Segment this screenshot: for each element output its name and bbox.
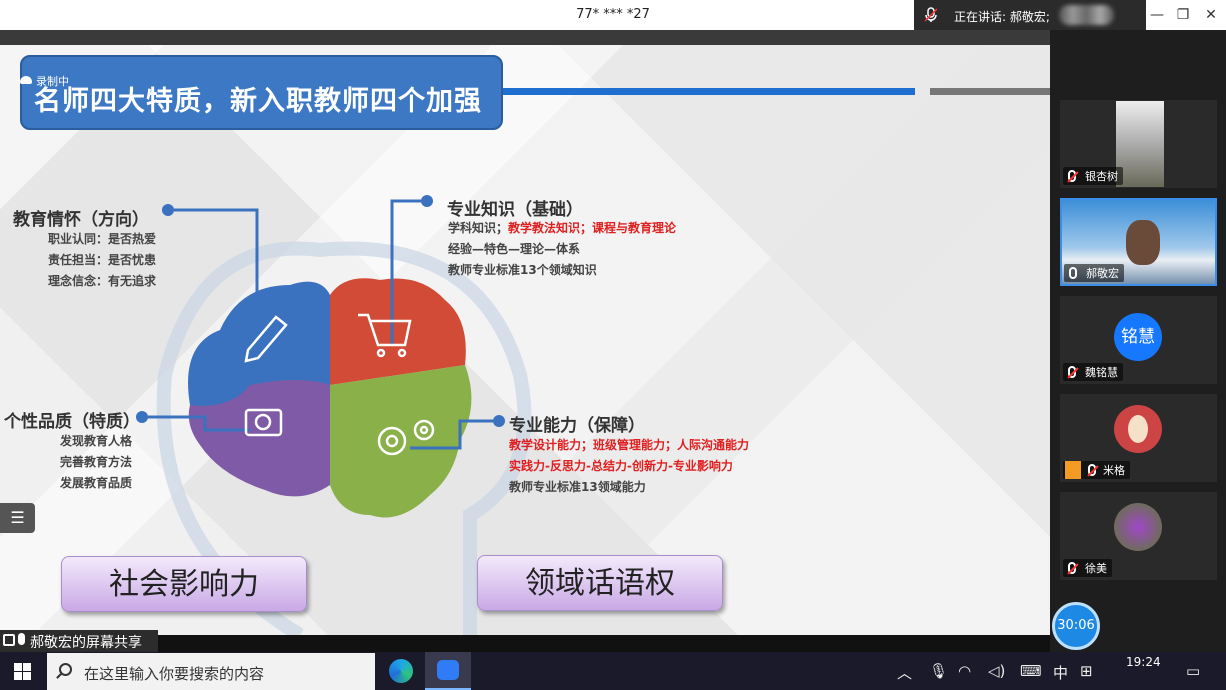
sec-education-line: 责任担当：是否忧患 — [48, 253, 157, 267]
shared-slide: 名师四大特质，新入职教师四个加强 录制中 教育情怀（方向） 职业认同：是否热爱 … — [0, 45, 1050, 635]
tray-mic-icon[interactable]: 🎙 — [929, 662, 948, 680]
mic-muted-icon — [924, 7, 938, 22]
sec-ability-line: 实践力-反思力-总结力-创新力-专业影响力 — [509, 459, 733, 473]
wifi-icon[interactable]: ◠ — [958, 662, 971, 680]
sec-knowledge-line: 学科知识；教学教法知识；课程与教育理论 — [448, 218, 676, 239]
sec-character-lines: 发现教育人格 完善教育方法 发展教育品质 — [60, 431, 132, 494]
screen-icon — [3, 634, 15, 646]
brain-diagram — [136, 195, 532, 635]
name-text: 徐美 — [1085, 562, 1107, 575]
meeting-app-icon[interactable] — [425, 652, 471, 690]
sec-education-heading: 教育情怀（方向） — [13, 210, 149, 230]
search-placeholder: 在这里输入你要搜索的内容 — [84, 665, 265, 683]
taskbar-clock[interactable]: 19:24 — [1126, 655, 1161, 669]
participant-name: 银杏树 — [1063, 167, 1123, 185]
restore-button[interactable]: ❐ — [1172, 4, 1194, 26]
participant-tile[interactable]: 银杏树 — [1060, 100, 1217, 188]
avatar — [1114, 405, 1162, 453]
participant-name: 郝敬宏 — [1064, 264, 1124, 282]
taskbar-search[interactable]: 在这里输入你要搜索的内容 — [47, 653, 375, 690]
screen-share-bar: 郝敬宏的屏幕共享 — [0, 630, 158, 652]
tray-chevron-icon[interactable]: ︿ — [897, 662, 912, 683]
name-text: 郝敬宏 — [1086, 267, 1119, 280]
participant-video — [1116, 101, 1164, 187]
sec-character-line: 完善教育方法 — [60, 455, 133, 469]
slide-list-button[interactable]: ☰ — [0, 503, 35, 533]
knowledge-red: 教学教法知识；课程与教育理论 — [508, 221, 677, 235]
participant-name: 米格 — [1063, 461, 1130, 479]
windows-start-icon[interactable] — [14, 663, 31, 680]
sec-character-line: 发现教育人格 — [60, 434, 133, 448]
screen-share-label: 郝敬宏的屏幕共享 — [30, 635, 142, 651]
sec-character-heading: 个性品质（特质） — [4, 412, 140, 432]
sec-knowledge-line: 教师专业标准13个领域知识 — [448, 263, 597, 277]
sec-education-line: 理念信念：有无追求 — [48, 274, 157, 288]
keyboard-icon[interactable]: ⌨ — [1020, 662, 1042, 680]
knowledge-black: 学科知识； — [448, 221, 509, 235]
social-influence-box: 社会影响力 — [61, 556, 307, 612]
sec-education-lines: 职业认同：是否热爱 责任担当：是否忧患 理念信念：有无追求 — [48, 229, 156, 292]
windows-taskbar: 在这里输入你要搜索的内容 ︿ 🎙 ◠ ◁) ⌨ 中 ⊞ 19:24 ▭ — [0, 652, 1226, 690]
minimize-button[interactable]: — — [1146, 4, 1168, 26]
name-text: 银杏树 — [1085, 170, 1118, 183]
mic-icon — [18, 633, 25, 645]
participant-name: 徐美 — [1063, 559, 1112, 577]
participant-name: 魏铭慧 — [1063, 363, 1123, 381]
participants-panel: 银杏树 郝敬宏 铭慧 魏铭慧 米格 徐美 — [1050, 30, 1226, 652]
sec-education-line: 职业认同：是否热爱 — [48, 232, 157, 246]
edge-app-icon[interactable] — [378, 652, 424, 690]
volume-icon[interactable]: ◁) — [988, 662, 1005, 680]
ime-mode-icon[interactable]: ⊞ — [1080, 662, 1093, 680]
window-titlebar: 77* *** *27 正在讲话: 郝敬宏; — ❐ ✕ — [0, 0, 1226, 30]
search-icon — [59, 663, 72, 676]
avatar — [1114, 503, 1162, 551]
participant-tile[interactable]: 徐美 — [1060, 492, 1217, 580]
meeting-timer[interactable]: 30:06 — [1052, 602, 1100, 650]
close-button[interactable]: ✕ — [1200, 4, 1222, 26]
domain-voice-box: 领域话语权 — [477, 555, 723, 611]
name-text: 魏铭慧 — [1085, 366, 1118, 379]
speaking-indicator: 正在讲话: 郝敬宏; — [914, 0, 1146, 30]
notification-icon[interactable]: ▭ — [1186, 662, 1200, 680]
participant-tile[interactable]: 铭慧 魏铭慧 — [1060, 296, 1217, 384]
sec-ability-line: 教师专业标准13领域能力 — [509, 480, 646, 494]
speaking-text: 正在讲话: 郝敬宏; — [954, 10, 1050, 24]
participant-tile[interactable]: 郝敬宏 — [1060, 198, 1217, 286]
sec-character-line: 发展教育品质 — [60, 476, 133, 490]
sec-knowledge-lines: 学科知识；教学教法知识；课程与教育理论 经验—特色—理论—体系 教师专业标准13… — [448, 218, 676, 281]
brain-green-lobe — [330, 365, 472, 518]
sec-knowledge-heading: 专业知识（基础） — [447, 200, 583, 220]
participant-face — [1126, 220, 1160, 265]
avatar: 铭慧 — [1114, 313, 1162, 361]
ime-indicator[interactable]: 中 — [1053, 662, 1068, 683]
participant-tile[interactable]: 米格 — [1060, 394, 1217, 482]
sec-ability-lines: 教学设计能力；班级管理能力；人际沟通能力 实践力-反思力-总结力-创新力-专业影… — [509, 435, 749, 498]
speaker-blur — [1059, 5, 1114, 25]
sec-ability-line: 教学设计能力；班级管理能力；人际沟通能力 — [509, 438, 750, 452]
sec-ability-heading: 专业能力（保障） — [509, 416, 645, 436]
name-text: 米格 — [1103, 464, 1125, 477]
sec-knowledge-line: 经验—特色—理论—体系 — [448, 242, 581, 256]
top-band — [0, 30, 1050, 45]
